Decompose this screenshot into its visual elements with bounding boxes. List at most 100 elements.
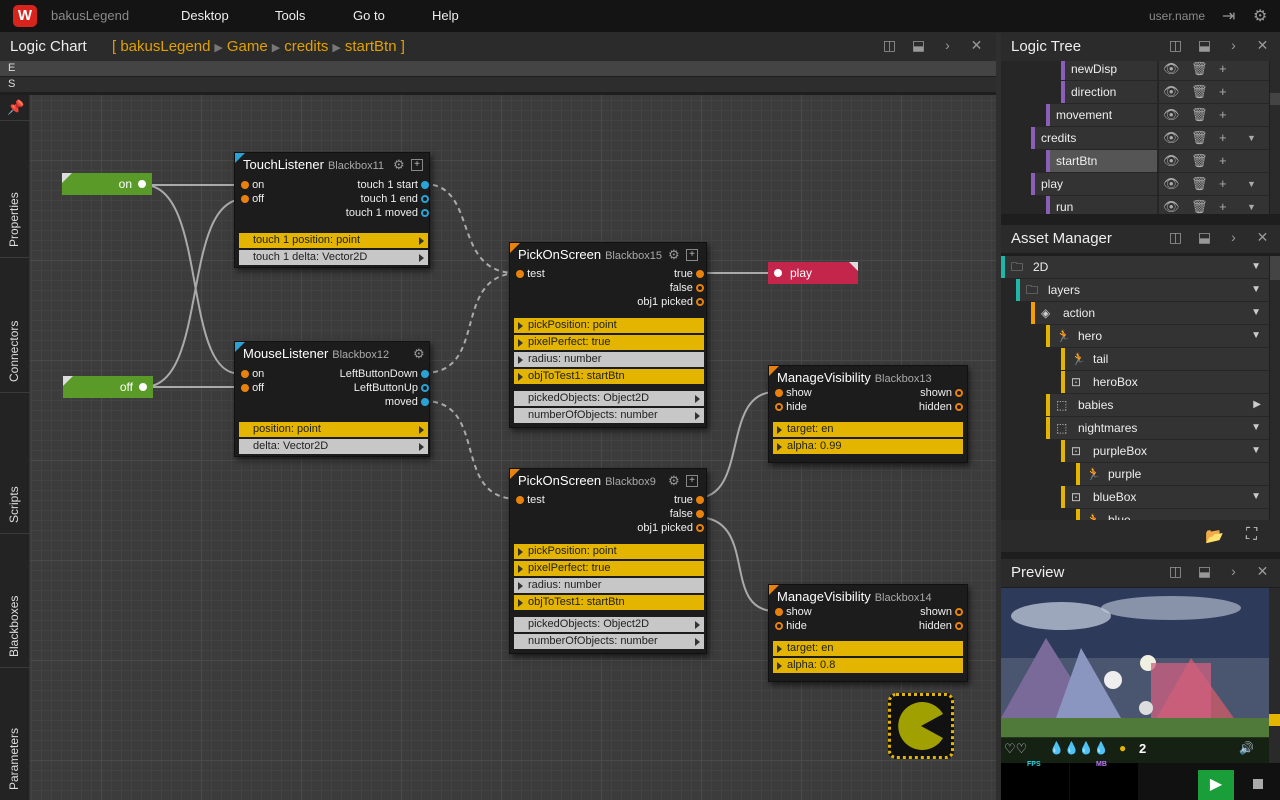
split-vertical-icon[interactable]: ◫: [1161, 563, 1190, 580]
plus-icon[interactable]: +: [1219, 150, 1227, 172]
port-off[interactable]: off: [241, 382, 264, 394]
chevron-down-icon[interactable]: ▼: [1251, 302, 1261, 324]
plus-icon[interactable]: +: [1219, 196, 1227, 214]
port-obj1-picked[interactable]: obj1 picked: [637, 296, 704, 308]
port-false[interactable]: false: [670, 508, 704, 520]
plus-icon[interactable]: +: [1219, 127, 1227, 149]
prop-target[interactable]: target: en: [773, 641, 963, 656]
asset-item-nightmares[interactable]: ⬚ nightmares ▼: [1046, 417, 1269, 439]
eye-icon[interactable]: 👁: [1163, 150, 1180, 172]
asset-item-layers[interactable]: 🗀 layers ▼: [1016, 279, 1269, 301]
add-icon[interactable]: +: [686, 249, 698, 261]
chevron-down-icon[interactable]: ▼: [1251, 325, 1261, 347]
gear-icon[interactable]: ⚙: [393, 157, 405, 173]
tab-properties[interactable]: Properties: [0, 120, 30, 257]
port-true[interactable]: true: [674, 494, 704, 506]
mouse-listener-node[interactable]: MouseListener Blackbox12 ⚙ on off LeftBut…: [234, 341, 430, 457]
prop-touch-position[interactable]: touch 1 position: point: [239, 233, 428, 248]
asset-item-bluebox[interactable]: ⊡ blueBox ▼: [1061, 486, 1269, 508]
split-horizontal-icon[interactable]: ⬓: [904, 37, 933, 54]
app-logo[interactable]: W: [13, 5, 37, 27]
chevron-right-icon[interactable]: ›: [1219, 229, 1248, 245]
menu-help[interactable]: Help: [432, 8, 459, 23]
manage-visibility-13-node[interactable]: ManageVisibility Blackbox13 show hide sho…: [768, 365, 968, 463]
plus-icon[interactable]: +: [1219, 173, 1227, 195]
s-bar[interactable]: S: [0, 77, 1000, 92]
eye-icon[interactable]: 👁: [1163, 173, 1180, 195]
manage-visibility-14-node[interactable]: ManageVisibility Blackbox14 show hide sho…: [768, 584, 968, 682]
crumb-credits[interactable]: credits: [284, 38, 328, 55]
play-chip[interactable]: play: [768, 262, 858, 284]
port-leftbuttondown[interactable]: LeftButtonDown: [340, 368, 429, 380]
port-hidden[interactable]: hidden: [919, 401, 963, 413]
chevron-down-icon[interactable]: ▼: [1251, 417, 1261, 439]
tree-item-startbtn[interactable]: startBtn: [1046, 150, 1157, 172]
split-horizontal-icon[interactable]: ⬓: [1190, 37, 1219, 54]
tree-item-credits[interactable]: credits: [1031, 127, 1157, 149]
prop-radius[interactable]: radius: number: [514, 578, 704, 593]
menu-goto[interactable]: Go to: [353, 8, 385, 23]
gear-icon[interactable]: ⚙: [668, 247, 680, 263]
asset-item-2d[interactable]: 🗀 2D ▼: [1001, 256, 1269, 278]
output-picked-objects[interactable]: pickedObjects: Object2D: [514, 617, 704, 632]
port-touch-end[interactable]: touch 1 end: [360, 193, 429, 205]
chevron-right-icon[interactable]: ▶: [1253, 394, 1261, 416]
chevron-down-icon[interactable]: ▼: [1251, 440, 1261, 462]
trash-icon[interactable]: 🗑: [1191, 81, 1208, 103]
chevron-down-icon[interactable]: ▼: [1247, 173, 1256, 195]
port-touch-start[interactable]: touch 1 start: [357, 179, 429, 191]
tree-item-newdisp[interactable]: newDisp: [1061, 61, 1157, 80]
port-test[interactable]: test: [516, 494, 545, 506]
prop-target[interactable]: target: en: [773, 422, 963, 437]
tab-connectors[interactable]: Connectors: [0, 257, 30, 392]
tab-scripts[interactable]: Scripts: [0, 392, 30, 533]
sound-icon[interactable]: 🔊: [1239, 741, 1254, 755]
port-moved[interactable]: moved: [385, 396, 429, 408]
prop-delta[interactable]: delta: Vector2D: [239, 439, 428, 454]
eye-icon[interactable]: 👁: [1163, 196, 1180, 214]
preview-scrollbar[interactable]: [1269, 588, 1280, 763]
close-icon[interactable]: ✕: [1248, 229, 1277, 246]
pacman-widget[interactable]: [888, 693, 954, 759]
prop-obj-to-test[interactable]: objToTest1: startBtn: [514, 595, 704, 610]
trash-icon[interactable]: 🗑: [1191, 61, 1208, 80]
crumb-game[interactable]: Game: [227, 38, 268, 55]
logout-icon[interactable]: ⇥: [1222, 6, 1235, 26]
asset-item-blue[interactable]: 🏃 blue: [1076, 509, 1269, 520]
gear-icon[interactable]: ⚙: [413, 346, 425, 362]
logic-canvas[interactable]: on off play TouchListener Blackbox11 ⚙ + …: [30, 95, 996, 800]
split-horizontal-icon[interactable]: ⬓: [1190, 229, 1219, 246]
touch-listener-node[interactable]: TouchListener Blackbox11 ⚙ + on off touch…: [234, 152, 430, 268]
eye-icon[interactable]: 👁: [1163, 61, 1180, 80]
port-test[interactable]: test: [516, 268, 545, 280]
settings-icon[interactable]: ⚙: [1253, 6, 1267, 26]
add-icon[interactable]: +: [411, 159, 423, 171]
prop-pick-position[interactable]: pickPosition: point: [514, 544, 704, 559]
menu-desktop[interactable]: Desktop: [181, 8, 229, 23]
eye-icon[interactable]: 👁: [1163, 81, 1180, 103]
prop-radius[interactable]: radius: number: [514, 352, 704, 367]
port-hidden[interactable]: hidden: [919, 620, 963, 632]
split-vertical-icon[interactable]: ◫: [1161, 229, 1190, 246]
port-off[interactable]: off: [241, 193, 264, 205]
port-true[interactable]: true: [674, 268, 704, 280]
output-number-of-objects[interactable]: numberOfObjects: number: [514, 408, 704, 423]
trash-icon[interactable]: 🗑: [1191, 104, 1208, 126]
prop-pixel-perfect[interactable]: pixelPerfect: true: [514, 335, 704, 350]
close-icon[interactable]: ✕: [1248, 37, 1277, 54]
asset-item-tail[interactable]: 🏃 tail: [1061, 348, 1269, 370]
pick-on-screen-9-node[interactable]: PickOnScreen Blackbox9 ⚙ + test true fals…: [509, 468, 707, 654]
split-horizontal-icon[interactable]: ⬓: [1190, 563, 1219, 580]
output-number-of-objects[interactable]: numberOfObjects: number: [514, 634, 704, 649]
trash-icon[interactable]: 🗑: [1191, 150, 1208, 172]
asset-item-herobox[interactable]: ⊡ heroBox: [1061, 371, 1269, 393]
plus-icon[interactable]: +: [1219, 61, 1227, 80]
chevron-down-icon[interactable]: ▼: [1247, 127, 1256, 149]
port-hide[interactable]: hide: [775, 401, 807, 413]
pin-icon[interactable]: 📌: [7, 99, 24, 116]
port-shown[interactable]: shown: [920, 606, 963, 618]
menu-tools[interactable]: Tools: [275, 8, 305, 23]
prop-touch-delta[interactable]: touch 1 delta: Vector2D: [239, 250, 428, 265]
trash-icon[interactable]: 🗑: [1191, 127, 1208, 149]
crumb-root[interactable]: [ bakusLegend: [112, 38, 210, 55]
